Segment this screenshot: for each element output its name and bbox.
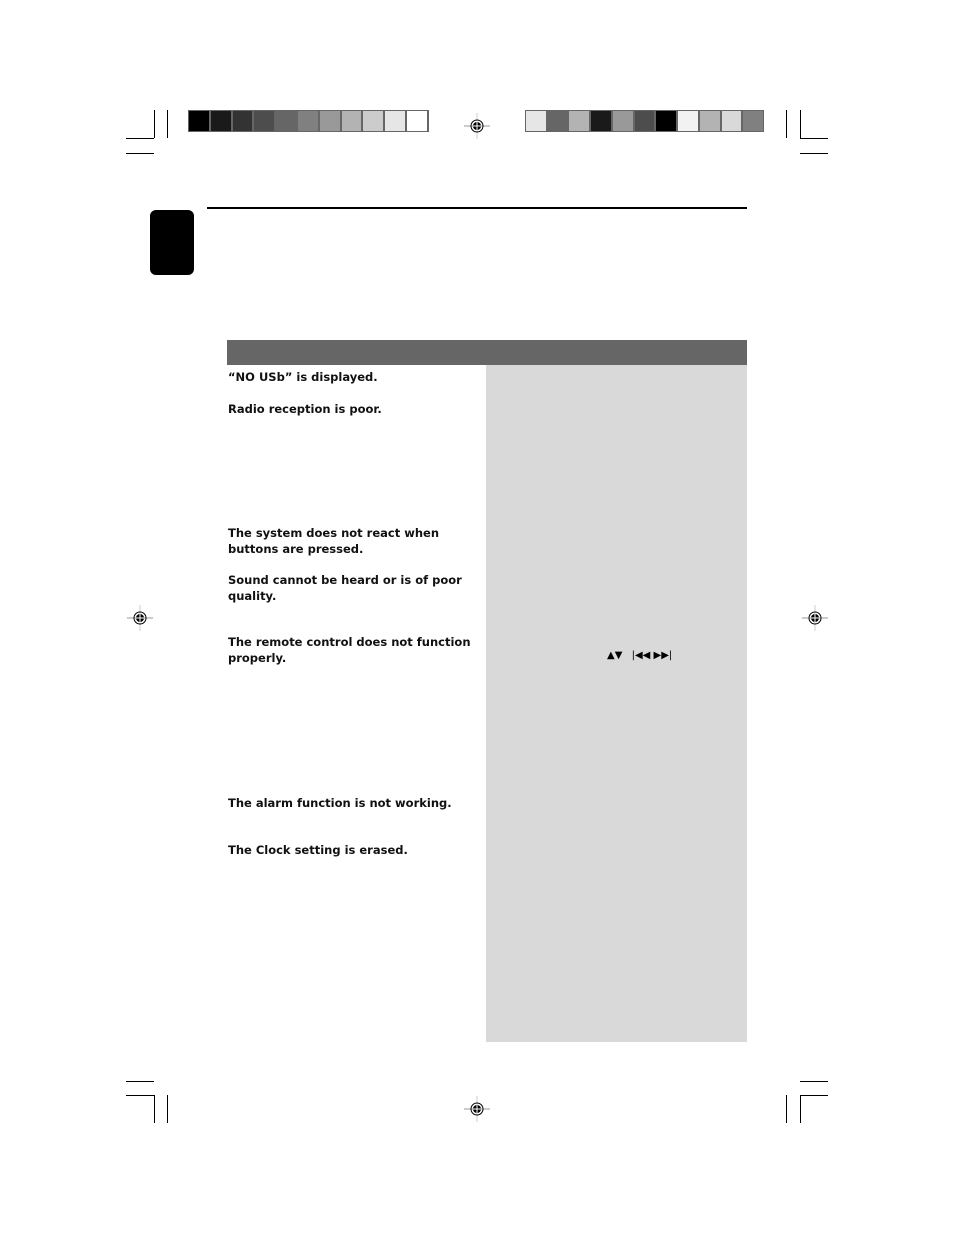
color-swatch [210, 111, 231, 131]
solution-column [486, 365, 747, 1042]
crop-mark [800, 1081, 828, 1082]
color-swatch [591, 111, 611, 131]
crop-mark [167, 1095, 168, 1123]
problem-item: “NO USb” is displayed. [228, 370, 378, 384]
problem-item: The remote control does not function pro… [228, 635, 471, 665]
color-swatch [363, 111, 384, 131]
crop-mark [154, 110, 155, 138]
remote-button-glyphs: ▲▼ |◀◀ ▶▶| [607, 650, 672, 661]
color-swatch [254, 111, 275, 131]
crop-mark [126, 1095, 154, 1096]
crop-mark [800, 1095, 801, 1123]
color-swatch [341, 111, 362, 131]
color-swatch [189, 111, 209, 131]
crop-mark [800, 110, 801, 138]
color-swatch [721, 111, 742, 131]
problem-item: The Clock setting is erased. [228, 843, 408, 857]
registration-mark-icon [802, 605, 828, 631]
crop-mark [800, 138, 828, 139]
crop-mark [126, 138, 154, 139]
registration-mark-icon [464, 1096, 490, 1122]
color-swatch [406, 111, 427, 131]
color-calibration-bar-left [188, 110, 429, 132]
color-swatch [385, 111, 405, 131]
color-swatch [678, 111, 698, 131]
troubleshooting-table-header [227, 340, 747, 365]
color-calibration-bar-right [525, 110, 764, 132]
crop-mark [800, 1095, 828, 1096]
color-swatch [569, 111, 590, 131]
color-swatch [547, 111, 568, 131]
color-swatch [699, 111, 720, 131]
color-swatch [656, 111, 677, 131]
color-swatch [297, 111, 318, 131]
crop-mark [167, 110, 168, 138]
color-swatch [276, 111, 296, 131]
crop-mark [786, 110, 787, 138]
color-swatch [232, 111, 253, 131]
prev-next-icon: |◀◀ ▶▶| [631, 650, 673, 661]
color-swatch [743, 111, 764, 131]
color-swatch [319, 111, 340, 131]
problem-item: The system does not react when buttons a… [228, 526, 440, 556]
problem-item: Radio reception is poor. [228, 402, 382, 416]
color-swatch [612, 111, 633, 131]
registration-mark-icon [127, 605, 153, 631]
color-swatch [634, 111, 655, 131]
problem-item: Sound cannot be heard or is of poor qual… [228, 573, 462, 603]
crop-mark [786, 1095, 787, 1123]
crop-mark [126, 1081, 154, 1082]
crop-mark [154, 1095, 155, 1123]
crop-mark [126, 153, 154, 154]
color-swatch [526, 111, 546, 131]
problem-item: The alarm function is not working. [228, 796, 452, 810]
crop-mark [800, 153, 828, 154]
language-tab [150, 210, 194, 275]
header-rule [207, 207, 747, 209]
up-down-arrows-icon: ▲▼ [607, 650, 623, 661]
registration-mark-icon [464, 113, 490, 139]
